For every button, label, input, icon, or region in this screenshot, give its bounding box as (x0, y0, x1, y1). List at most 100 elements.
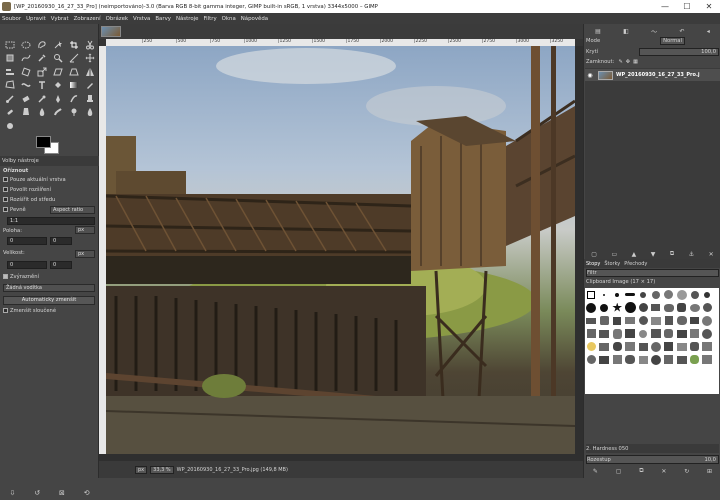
brush-swatch[interactable] (611, 327, 624, 340)
fg-bg-color-swatches[interactable] (36, 134, 62, 156)
brush-swatch[interactable] (649, 301, 662, 314)
transform-tool-icon[interactable] (18, 65, 33, 79)
brush-swatch[interactable] (624, 353, 637, 366)
brush-filter-dropdown[interactable]: Filtr (586, 269, 719, 277)
crop-tool-icon[interactable] (66, 38, 81, 52)
foreground-color-swatch[interactable] (36, 136, 51, 148)
refresh-brushes-icon[interactable]: ↻ (684, 468, 689, 475)
brush-swatch[interactable] (637, 353, 650, 366)
visibility-eye-icon[interactable]: ◉ (585, 72, 595, 79)
menu-layer[interactable]: Vrstva (133, 16, 150, 22)
from-center-checkbox[interactable] (3, 197, 8, 202)
current-layer-only-option[interactable]: Pouze aktuální vrstva (3, 177, 66, 183)
reset-options-icon[interactable]: ⟲ (84, 489, 90, 497)
allow-grow-option[interactable]: Povolit rozšíření (3, 187, 51, 193)
brush-swatch[interactable] (662, 314, 675, 327)
image-tab-thumbnail[interactable] (101, 26, 121, 37)
shear-tool-icon[interactable] (50, 65, 65, 79)
blur-tool-icon[interactable] (34, 106, 49, 120)
fixed-mode-dropdown[interactable]: Aspect ratio (50, 206, 95, 214)
brush-swatch[interactable] (649, 288, 662, 301)
scale-tool-icon[interactable] (34, 65, 49, 79)
brush-swatch[interactable] (637, 288, 650, 301)
brush-swatch[interactable] (675, 314, 688, 327)
foreground-select-tool-icon[interactable] (2, 52, 17, 66)
perspective-clone-tool-icon[interactable] (18, 106, 33, 120)
size-h-input[interactable]: 0 (50, 261, 72, 269)
menu-image[interactable]: Obrázek (106, 16, 128, 22)
delete-options-icon[interactable]: ⊠ (59, 489, 65, 497)
horizontal-scrollbar[interactable] (99, 454, 583, 461)
brush-swatch[interactable] (624, 314, 637, 327)
flip-tool-icon[interactable] (82, 65, 97, 79)
free-select-tool-icon[interactable] (34, 38, 49, 52)
spacing-slider[interactable]: Rozestup 10,0 (586, 455, 719, 464)
shrink-merged-option[interactable]: Zmenšit sloučené (3, 308, 56, 314)
brush-swatch[interactable] (598, 353, 611, 366)
brush-swatch[interactable] (662, 340, 675, 353)
brush-swatch[interactable] (701, 314, 714, 327)
brush-swatch[interactable] (611, 301, 624, 314)
brush-swatch[interactable] (675, 288, 688, 301)
brush-swatch[interactable] (585, 301, 598, 314)
brush-swatch[interactable] (624, 340, 637, 353)
edit-brush-icon[interactable]: ✎ (593, 468, 598, 475)
align-tool-icon[interactable] (2, 65, 17, 79)
position-y-input[interactable]: 0 (50, 237, 72, 245)
size-w-input[interactable]: 0 (7, 261, 47, 269)
new-layer-icon[interactable]: ▢ (591, 251, 597, 258)
dock-menu-icon[interactable]: ◂ (707, 28, 710, 35)
brush-swatch[interactable] (624, 327, 637, 340)
cage-transform-tool-icon[interactable] (2, 79, 17, 93)
position-unit-dropdown[interactable]: px (75, 226, 95, 234)
move-tool-icon[interactable] (82, 52, 97, 66)
lock-position-icon[interactable]: ✥ (626, 59, 630, 65)
save-options-icon[interactable]: ⇩ (9, 489, 15, 497)
brush-swatch[interactable] (649, 314, 662, 327)
duplicate-layer-icon[interactable]: ⧉ (670, 250, 674, 258)
brush-swatch[interactable] (637, 327, 650, 340)
auto-shrink-button[interactable]: Automaticky zmenšit (3, 296, 95, 305)
scissors-tool-icon[interactable] (82, 38, 97, 52)
brush-swatch[interactable] (585, 327, 598, 340)
image-canvas[interactable] (106, 46, 575, 454)
restore-options-icon[interactable]: ↺ (34, 489, 40, 497)
from-center-option[interactable]: Rozšířit od středu (3, 197, 55, 203)
tab-brushes[interactable]: Stopy (586, 261, 600, 267)
vertical-ruler[interactable] (99, 46, 106, 454)
brush-swatch[interactable] (688, 327, 701, 340)
fuzzy-select-tool-icon[interactable] (50, 38, 65, 52)
zoom-dropdown[interactable]: 33,3 % (150, 465, 174, 474)
brush-swatch[interactable] (611, 288, 624, 301)
horizontal-ruler[interactable]: |250 |500 |750 |1000 |1250 |1500 |1750 |… (106, 39, 575, 46)
delete-brush-icon[interactable]: ✕ (661, 468, 666, 475)
brush-swatch[interactable] (688, 301, 701, 314)
guides-dropdown[interactable]: Žádná vodítka (3, 284, 95, 292)
raise-layer-icon[interactable]: ▲ (632, 251, 637, 258)
layers-tab-icon[interactable]: ▤ (595, 28, 601, 35)
ink-tool-icon[interactable] (50, 92, 65, 106)
eraser-tool-icon[interactable] (18, 92, 33, 106)
position-x-input[interactable]: 0 (7, 237, 47, 245)
brush-swatch[interactable] (649, 353, 662, 366)
open-brush-icon[interactable]: ⊞ (707, 468, 712, 475)
gegl-tool-icon[interactable] (2, 119, 17, 133)
tab-patterns[interactable]: Štorky (604, 261, 620, 267)
vertical-scrollbar[interactable] (575, 46, 583, 454)
shrink-merged-checkbox[interactable] (3, 308, 8, 313)
brush-swatch[interactable] (675, 340, 688, 353)
brush-swatch[interactable] (662, 353, 675, 366)
mypaint-brush-tool-icon[interactable] (66, 92, 81, 106)
lock-pixels-icon[interactable]: ✎ (618, 59, 622, 65)
highlight-checkbox[interactable] (3, 274, 8, 279)
highlight-option[interactable]: Zvýraznění (3, 274, 39, 280)
brush-swatch[interactable] (585, 340, 598, 353)
tab-gradients[interactable]: Přechody (624, 261, 647, 267)
layer-name[interactable]: WP_20160930_16_27_33_Pro.j (616, 72, 700, 78)
size-unit-dropdown[interactable]: px (75, 250, 95, 258)
brush-swatch[interactable] (598, 327, 611, 340)
zoom-tool-icon[interactable] (50, 52, 65, 66)
fixed-checkbox[interactable] (3, 207, 8, 212)
unit-dropdown[interactable]: px (135, 465, 148, 474)
opacity-slider[interactable]: 100,0 (639, 48, 719, 56)
